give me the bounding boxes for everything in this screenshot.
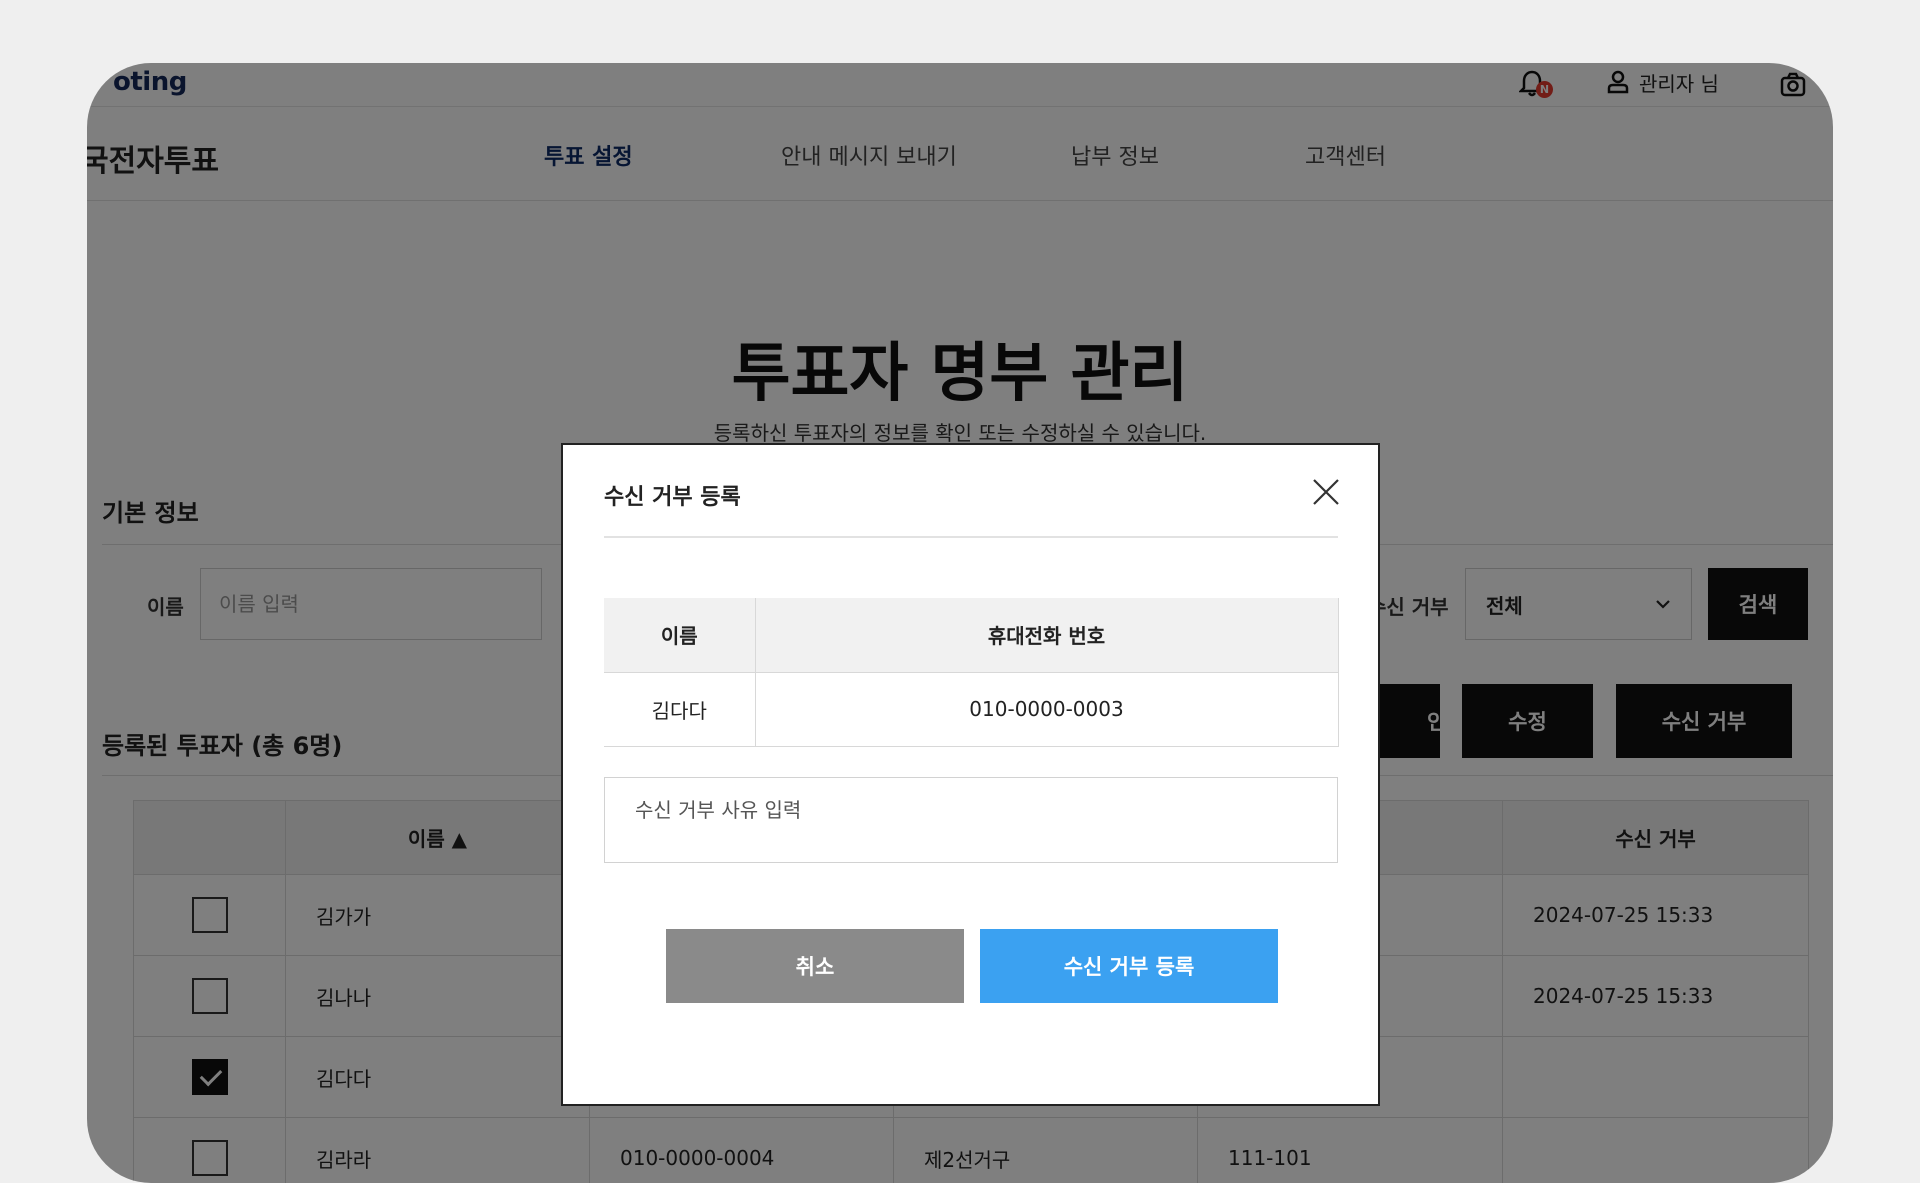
reject-reason-input[interactable] [604, 777, 1338, 863]
modal-divider [604, 536, 1338, 538]
modal-cell-name: 김다다 [604, 672, 755, 746]
modal-table-row: 김다다 010-0000-0003 [604, 672, 1338, 746]
modal-table-header: 이름 휴대전화 번호 [604, 598, 1338, 672]
reject-register-modal: 수신 거부 등록 이름 휴대전화 번호 김다다 010-0000-0003 취소… [561, 443, 1380, 1106]
modal-cell-phone: 010-0000-0003 [755, 672, 1338, 746]
close-icon[interactable] [1306, 472, 1346, 512]
cancel-button[interactable]: 취소 [666, 929, 964, 1003]
selected-voter-table: 이름 휴대전화 번호 김다다 010-0000-0003 [604, 598, 1339, 747]
modal-header-name: 이름 [604, 598, 755, 672]
modal-title: 수신 거부 등록 [604, 479, 741, 511]
modal-header-phone: 휴대전화 번호 [755, 598, 1338, 672]
register-reject-button[interactable]: 수신 거부 등록 [980, 929, 1278, 1003]
